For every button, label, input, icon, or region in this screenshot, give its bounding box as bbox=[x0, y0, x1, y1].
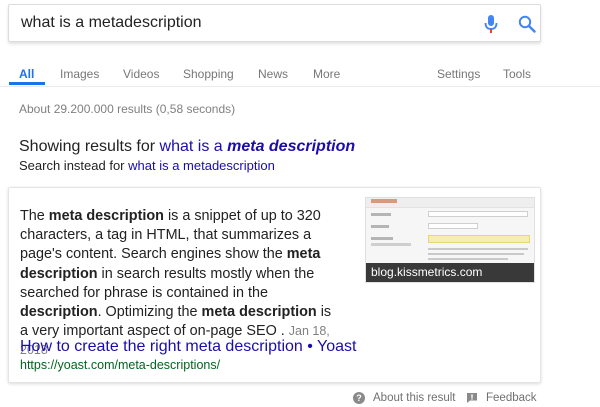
search-box[interactable] bbox=[8, 4, 541, 42]
featured-snippet-card: The meta description is a snippet of up … bbox=[8, 187, 541, 383]
tab-all[interactable]: All bbox=[19, 67, 34, 81]
tab-settings[interactable]: Settings bbox=[437, 67, 480, 81]
snippet-bold: meta description bbox=[201, 304, 317, 321]
corrected-query-bold: meta description bbox=[227, 138, 356, 155]
tab-tools[interactable]: Tools bbox=[503, 67, 531, 81]
spelling-correction: Showing results for what is a meta descr… bbox=[19, 138, 355, 156]
snippet-bold: description bbox=[20, 304, 98, 321]
tab-videos[interactable]: Videos bbox=[123, 67, 159, 81]
snippet-part: The bbox=[20, 208, 49, 224]
tab-more[interactable]: More bbox=[313, 67, 340, 81]
tab-news[interactable]: News bbox=[258, 67, 288, 81]
thumbnail-caption: blog.kissmetrics.com bbox=[366, 263, 534, 282]
feedback-icon bbox=[467, 392, 477, 403]
search-tabs: All Images Videos Shopping News More Set… bbox=[0, 42, 600, 87]
search-input[interactable] bbox=[21, 5, 461, 41]
snippet-part: . Optimizing the bbox=[97, 304, 202, 321]
svg-text:?: ? bbox=[356, 393, 362, 403]
result-stats: About 29.200.000 results (0,58 seconds) bbox=[19, 102, 236, 116]
showing-prefix: Showing results for bbox=[19, 138, 160, 155]
result-title-link[interactable]: How to create the right meta description… bbox=[20, 338, 356, 356]
tab-shopping[interactable]: Shopping bbox=[183, 67, 234, 81]
corrected-query-plain: what is a bbox=[159, 138, 228, 155]
instead-prefix: Search instead for bbox=[19, 158, 129, 173]
original-query-link[interactable]: what is a metadescription bbox=[128, 158, 275, 173]
magnifier-icon[interactable] bbox=[518, 15, 536, 33]
microphone-icon[interactable] bbox=[483, 14, 499, 34]
corrected-query-link[interactable]: what is a meta description bbox=[160, 138, 356, 155]
result-url: https://yoast.com/meta-descriptions/ bbox=[20, 358, 221, 372]
search-instead: Search instead for what is a metadescrip… bbox=[19, 158, 275, 173]
tab-images[interactable]: Images bbox=[60, 67, 99, 81]
about-label: About this result bbox=[373, 391, 456, 404]
active-tab-indicator bbox=[9, 82, 45, 85]
feedback-label: Feedback bbox=[486, 391, 537, 404]
snippet-thumbnail[interactable]: blog.kissmetrics.com bbox=[365, 197, 535, 283]
feedback-link[interactable]: Feedback bbox=[466, 389, 537, 404]
snippet-bold: meta description bbox=[48, 208, 164, 224]
about-this-result[interactable]: ? About this result bbox=[353, 389, 456, 404]
help-circle-icon: ? bbox=[353, 391, 365, 404]
